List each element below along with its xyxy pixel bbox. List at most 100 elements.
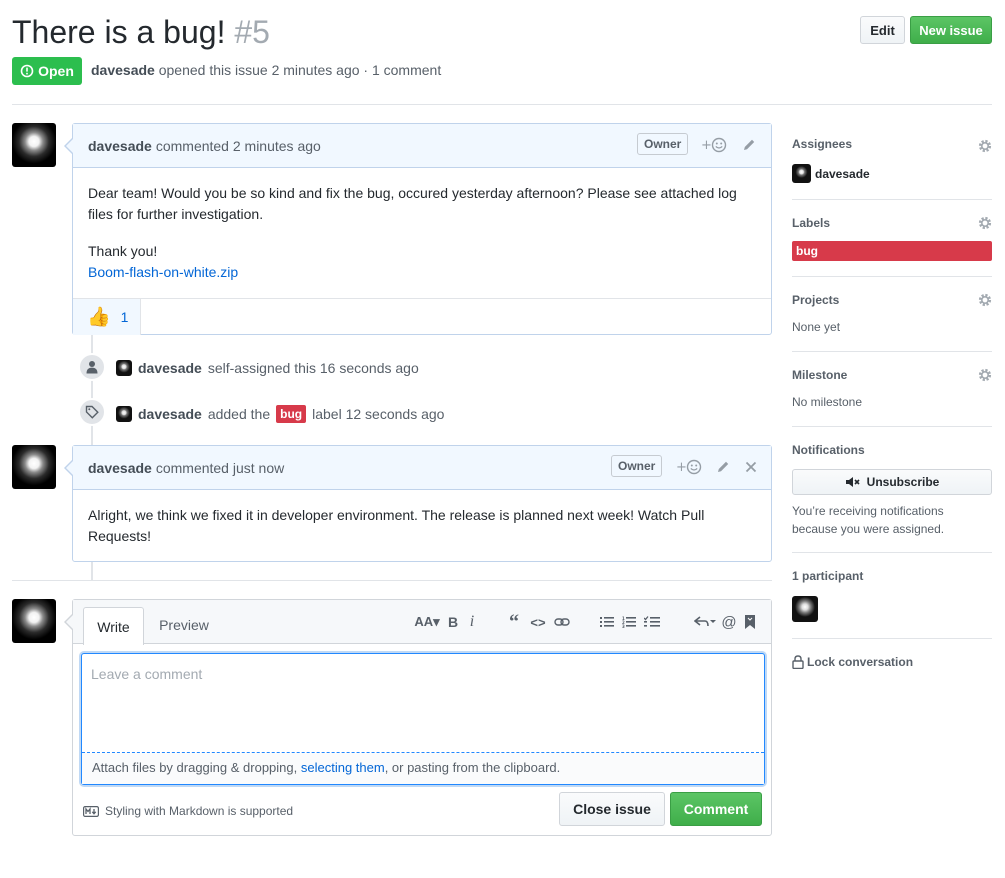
bookmark-icon[interactable] <box>743 612 757 632</box>
status-label: Open <box>38 63 74 79</box>
attach-text-before: Attach files by dragging & dropping, <box>92 760 301 775</box>
tag-event-badge <box>78 398 106 426</box>
assignee[interactable]: davesade <box>792 164 870 183</box>
gear-icon[interactable] <box>978 368 992 382</box>
avatar <box>792 164 811 183</box>
comment-textarea-wrapper: Leave a comment Attach files by dragging… <box>81 653 765 785</box>
comment-1: davesade commented 2 minutes ago Owner +… <box>64 123 772 335</box>
text-size-icon[interactable]: AA▾ <box>413 612 441 632</box>
new-issue-button[interactable]: New issue <box>910 16 992 44</box>
edit-pencil-icon[interactable] <box>715 459 731 475</box>
comment-time[interactable]: commented 2 minutes ago <box>156 138 321 154</box>
avatar[interactable] <box>12 123 56 167</box>
participant-avatar[interactable] <box>792 596 818 622</box>
comment-time[interactable]: commented just now <box>156 460 284 476</box>
link-icon[interactable] <box>553 612 571 632</box>
edit-pencil-icon[interactable] <box>741 137 757 153</box>
gear-icon[interactable] <box>978 139 992 153</box>
select-files-link[interactable]: selecting them <box>301 760 385 775</box>
tab-write[interactable]: Write <box>83 607 144 645</box>
header-divider <box>12 104 992 105</box>
issue-author-link[interactable]: davesade <box>91 62 155 78</box>
event-text: self-assigned this 16 seconds ago <box>207 360 419 376</box>
add-reaction-icon[interactable]: + <box>701 137 729 153</box>
comment-author[interactable]: davesade <box>88 138 152 154</box>
quote-icon[interactable]: “ <box>505 611 523 633</box>
unsubscribe-label: Unsubscribe <box>866 475 940 489</box>
lock-conversation[interactable]: Lock conversation <box>792 655 913 669</box>
issue-number: #5 <box>234 14 270 50</box>
sidebar-divider <box>792 351 992 352</box>
add-reaction-icon[interactable]: + <box>676 459 704 475</box>
assignees-heading: Assignees <box>792 137 853 151</box>
sidebar-divider <box>792 552 992 553</box>
issue-title: There is a bug! #5 <box>12 12 270 52</box>
mention-icon[interactable]: @ <box>721 612 737 632</box>
new-comment-form: Write Preview AA▾ B i “ <> 123 @ Leave a… <box>64 599 772 836</box>
file-attach-bar[interactable]: Attach files by dragging & dropping, sel… <box>82 753 764 784</box>
lock-icon <box>792 655 804 669</box>
timeline-divider <box>12 580 772 581</box>
svg-text:+: + <box>676 460 687 475</box>
mute-icon <box>845 477 860 487</box>
owner-badge: Owner <box>637 133 689 155</box>
comment-paragraph: Alright, we think we fixed it in develop… <box>88 507 705 544</box>
comment-author[interactable]: davesade <box>88 460 152 476</box>
italic-icon[interactable]: i <box>465 612 479 632</box>
comment-body: Alright, we think we fixed it in develop… <box>73 490 771 547</box>
code-icon[interactable]: <> <box>529 612 547 632</box>
comment-textarea[interactable]: Leave a comment <box>91 666 202 682</box>
timeline-line-end <box>91 562 93 580</box>
comment-button[interactable]: Comment <box>670 792 762 826</box>
issue-title-text: There is a bug! <box>12 14 226 50</box>
bulleted-list-icon[interactable] <box>599 612 615 632</box>
event-author[interactable]: davesade <box>138 406 202 422</box>
close-issue-button[interactable]: Close issue <box>559 792 665 826</box>
label-bug[interactable]: bug <box>792 241 992 261</box>
event-labeled: davesade added the bug label 12 seconds … <box>116 405 444 423</box>
projects-heading: Projects <box>792 293 840 307</box>
participants-heading: 1 participant <box>792 569 864 583</box>
markdown-note[interactable]: Styling with Markdown is supported <box>83 804 293 818</box>
bug-label[interactable]: bug <box>276 405 307 423</box>
svg-text:+: + <box>701 138 712 153</box>
avatar[interactable] <box>116 406 132 422</box>
event-text-after: label 12 seconds ago <box>312 406 445 422</box>
close-icon[interactable] <box>743 459 759 475</box>
event-text-before: added the <box>207 406 271 422</box>
comment-2: davesade commented just now Owner + Alri… <box>64 445 772 562</box>
attachment-link[interactable]: Boom-flash-on-white.zip <box>88 262 756 283</box>
avatar[interactable] <box>12 445 56 489</box>
projects-value: None yet <box>792 320 841 334</box>
owner-badge: Owner <box>611 455 663 477</box>
avatar[interactable] <box>12 599 56 643</box>
issue-meta-text: opened this issue 2 minutes ago · 1 comm… <box>158 62 442 78</box>
tab-preview[interactable]: Preview <box>149 617 219 633</box>
reply-icon[interactable] <box>693 612 717 632</box>
sidebar-divider <box>792 638 992 639</box>
thumbs-up-icon: 👍 <box>87 307 111 328</box>
person-event-badge <box>78 353 106 381</box>
gear-icon[interactable] <box>978 216 992 230</box>
sidebar-divider <box>792 426 992 427</box>
numbered-list-icon[interactable]: 123 <box>621 612 637 632</box>
sidebar-divider <box>792 276 992 277</box>
unsubscribe-button[interactable]: Unsubscribe <box>792 469 992 495</box>
thumbs-up-reaction[interactable]: 👍 1 <box>73 299 141 335</box>
gear-icon[interactable] <box>978 293 992 307</box>
event-author[interactable]: davesade <box>138 360 202 376</box>
markdown-icon <box>83 805 99 817</box>
sidebar-divider <box>792 199 992 200</box>
milestone-heading: Milestone <box>792 368 848 382</box>
person-icon <box>86 361 98 374</box>
comment-paragraph: Thank you! <box>88 243 158 259</box>
task-list-icon[interactable] <box>643 612 661 632</box>
labels-heading: Labels <box>792 216 831 230</box>
avatar[interactable] <box>116 360 132 376</box>
edit-button[interactable]: Edit <box>860 16 905 44</box>
status-badge: Open <box>12 57 82 85</box>
comment-paragraph: Dear team! Would you be so kind and fix … <box>88 185 737 222</box>
milestone-value: No milestone <box>792 395 863 409</box>
bold-icon[interactable]: B <box>445 612 461 632</box>
reaction-divider <box>73 298 771 299</box>
